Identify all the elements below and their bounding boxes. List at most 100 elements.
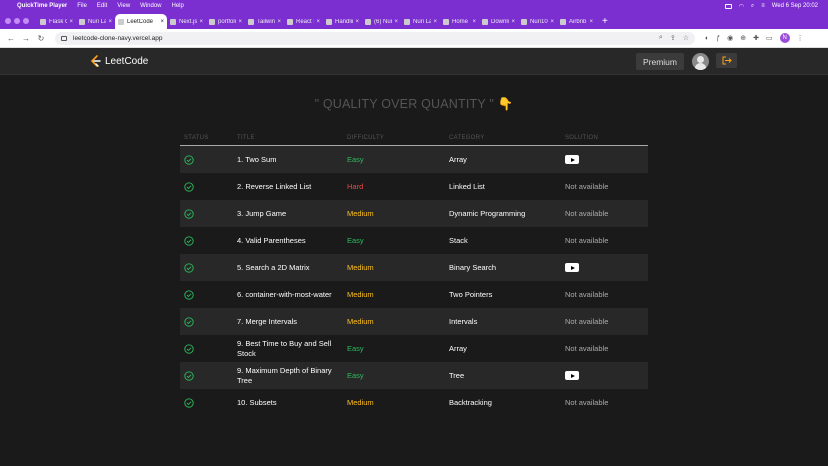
problem-title-link[interactable]: 9. Maximum Depth of Binary Tree — [237, 366, 347, 386]
problem-title-link[interactable]: 3. Jump Game — [237, 209, 347, 219]
logout-button[interactable] — [716, 53, 737, 68]
menu-file[interactable]: File — [77, 3, 87, 9]
forward-arrow-icon[interactable]: → — [21, 34, 31, 43]
tab-close-icon[interactable]: × — [277, 19, 281, 25]
youtube-play-icon[interactable] — [565, 371, 579, 381]
tab-title: Home | S — [452, 18, 471, 25]
solution-text: Not available — [565, 209, 609, 218]
minimize-window-button[interactable] — [14, 18, 20, 24]
extension-icon[interactable]: ◉ — [727, 34, 733, 42]
solution-cell: Not available — [565, 236, 648, 245]
browser-tab[interactable]: Nuri Laca× — [76, 14, 115, 29]
leetcode-logo-icon — [90, 55, 101, 67]
tab-close-icon[interactable]: × — [355, 19, 359, 25]
browser-tab[interactable]: Next.js b× — [167, 14, 206, 29]
tab-close-icon[interactable]: × — [199, 19, 203, 25]
menubar-app-name[interactable]: QuickTime Player — [17, 3, 67, 9]
zoom-icon[interactable]: ⌕ — [659, 34, 663, 42]
browser-tab[interactable]: Tailwind C× — [245, 14, 284, 29]
browser-tab[interactable]: Nuri Laca× — [401, 14, 440, 29]
problem-title-link[interactable]: 2. Reverse Linked List — [237, 182, 347, 192]
browser-tab[interactable]: Flask Opt× — [37, 14, 76, 29]
browser-tab[interactable]: Home | S× — [440, 14, 479, 29]
lock-icon[interactable] — [61, 35, 67, 41]
share-icon[interactable]: ⇪ — [670, 34, 676, 42]
youtube-play-icon[interactable] — [565, 263, 579, 273]
tab-close-icon[interactable]: × — [160, 19, 164, 25]
check-circle-icon — [184, 154, 194, 165]
search-icon[interactable]: ⌕ — [751, 3, 754, 10]
difficulty-label: Medium — [347, 398, 374, 407]
menubar-clock[interactable]: Wed 6 Sep 20:02 — [772, 3, 818, 9]
tab-close-icon[interactable]: × — [589, 19, 593, 25]
tab-close-icon[interactable]: × — [108, 19, 112, 25]
profile-avatar[interactable]: N — [779, 33, 790, 43]
battery-icon[interactable] — [724, 3, 732, 9]
problem-title-link[interactable]: 6. container-with-most-water — [237, 290, 347, 300]
wifi-icon[interactable]: ◠ — [739, 3, 744, 10]
sidebar-icon[interactable]: ▭ — [766, 34, 773, 42]
browser-tab[interactable]: Handling× — [323, 14, 362, 29]
check-circle-icon — [184, 316, 194, 327]
user-avatar[interactable] — [692, 53, 709, 70]
page-content: LeetCode Premium " QUALITY OVER QUANTITY… — [0, 48, 828, 466]
solution-text: Not available — [565, 317, 609, 326]
tab-close-icon[interactable]: × — [433, 19, 437, 25]
menu-edit[interactable]: Edit — [97, 3, 107, 9]
reload-icon[interactable]: ↻ — [36, 34, 46, 43]
tab-title: Nuri Laca — [413, 18, 432, 25]
more-menu-icon[interactable]: ⋮ — [797, 34, 804, 42]
browser-tab[interactable]: portfolio× — [206, 14, 245, 29]
close-window-button[interactable] — [5, 18, 11, 24]
extension-icon[interactable]: ƒ — [716, 35, 720, 42]
problem-title-link[interactable]: 10. Subsets — [237, 398, 347, 408]
problem-title-link[interactable]: 4. Valid Parentheses — [237, 236, 347, 246]
youtube-play-icon[interactable] — [565, 155, 579, 165]
menu-help[interactable]: Help — [172, 3, 184, 9]
problem-title-link[interactable]: 7. Merge Intervals — [237, 317, 347, 327]
address-bar[interactable]: leetcode-clone-navy.vercel.app ⌕ ⇪ ☆ — [55, 31, 695, 45]
tab-close-icon[interactable]: × — [472, 19, 476, 25]
status-cell — [180, 316, 237, 327]
tab-close-icon[interactable]: × — [316, 19, 320, 25]
menu-view[interactable]: View — [117, 3, 130, 9]
new-tab-button[interactable]: + — [602, 16, 608, 27]
difficulty-label: Medium — [347, 209, 374, 218]
difficulty-label: Easy — [347, 236, 364, 245]
address-url[interactable]: leetcode-clone-navy.vercel.app — [73, 35, 163, 42]
tab-close-icon[interactable]: × — [550, 19, 554, 25]
extension-icon[interactable]: ◐ — [705, 35, 709, 42]
browser-tab[interactable]: (6) Nuri L× — [362, 14, 401, 29]
leetcode-logo[interactable]: LeetCode — [90, 55, 148, 67]
bookmark-star-icon[interactable]: ☆ — [683, 34, 689, 42]
category-label: Binary Search — [449, 263, 497, 272]
control-center-icon[interactable]: ≡ — [761, 3, 765, 9]
category-label: Intervals — [449, 317, 478, 326]
status-cell — [180, 181, 237, 192]
category-label: Two Pointers — [449, 290, 493, 299]
browser-tab[interactable]: Nuri1077× — [518, 14, 557, 29]
solution-cell: Not available — [565, 290, 648, 299]
check-circle-icon — [184, 343, 194, 354]
extension-icon[interactable]: ⊕ — [740, 34, 746, 42]
premium-button[interactable]: Premium — [636, 53, 684, 70]
tab-close-icon[interactable]: × — [511, 19, 515, 25]
browser-tab[interactable]: Airbnb × — [557, 14, 596, 29]
check-circle-icon — [184, 235, 194, 246]
solution-text: Not available — [565, 236, 609, 245]
problem-title-link[interactable]: 9. Best Time to Buy and Sell Stock — [237, 339, 347, 359]
problem-title-link[interactable]: 1. Two Sum — [237, 155, 347, 165]
tab-close-icon[interactable]: × — [69, 19, 73, 25]
browser-tab[interactable]: React Ico× — [284, 14, 323, 29]
pointing-down-icon: 👇 — [497, 97, 514, 111]
menu-window[interactable]: Window — [140, 3, 161, 9]
browser-tab[interactable]: Downloa× — [479, 14, 518, 29]
zoom-window-button[interactable] — [23, 18, 29, 24]
tab-close-icon[interactable]: × — [238, 19, 242, 25]
tab-close-icon[interactable]: × — [394, 19, 398, 25]
back-arrow-icon[interactable]: ← — [6, 34, 16, 43]
puzzle-icon[interactable]: ✚ — [753, 34, 759, 42]
problem-title-link[interactable]: 5. Search a 2D Matrix — [237, 263, 347, 273]
category-label: Backtracking — [449, 398, 492, 407]
browser-tab[interactable]: LeetCode × — [115, 14, 167, 29]
